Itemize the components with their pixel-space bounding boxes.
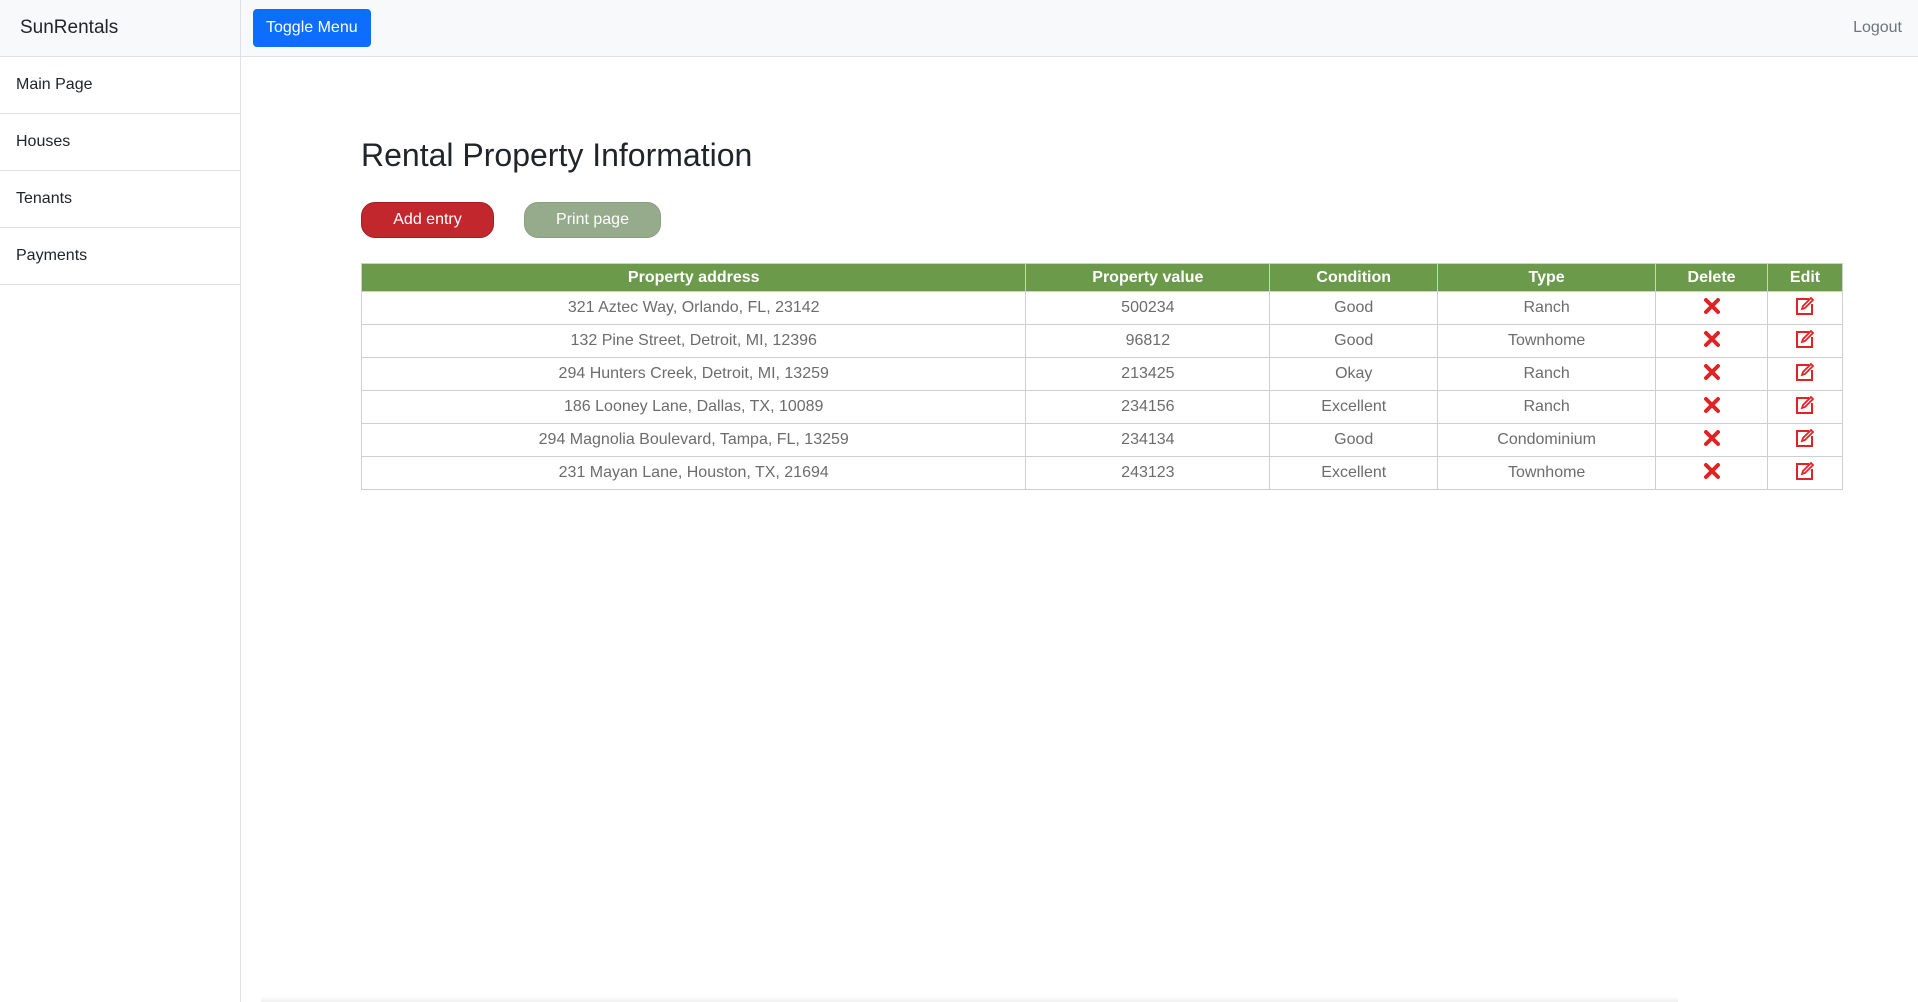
cell-edit: [1767, 423, 1843, 457]
edit-icon[interactable]: [1794, 461, 1816, 481]
cell-delete: [1655, 390, 1769, 424]
sidebar-item-houses[interactable]: Houses: [0, 114, 240, 171]
bottom-shadow: [261, 996, 1678, 1002]
toggle-menu-button[interactable]: Toggle Menu: [253, 9, 371, 47]
column-header-value: Property value: [1025, 263, 1271, 292]
cell-edit: [1767, 390, 1843, 424]
cell-condition: Okay: [1269, 357, 1439, 391]
cell-value: 234156: [1025, 390, 1271, 424]
table-header-row: Property address Property value Conditio…: [360, 263, 1843, 292]
delete-x-icon[interactable]: [1703, 297, 1721, 315]
print-page-button[interactable]: Print page: [524, 202, 661, 238]
cell-value: 500234: [1025, 291, 1271, 325]
table-row: 186 Looney Lane, Dallas, TX, 10089 23415…: [360, 390, 1843, 424]
cell-address: 231 Mayan Lane, Houston, TX, 21694: [360, 456, 1027, 490]
sidebar-item-label: Tenants: [16, 190, 73, 207]
column-header-edit: Edit: [1767, 263, 1843, 292]
cell-delete: [1655, 291, 1769, 325]
table-row: 294 Hunters Creek, Detroit, MI, 13259 21…: [360, 357, 1843, 391]
cell-edit: [1767, 291, 1843, 325]
cell-delete: [1655, 456, 1769, 490]
cell-condition: Good: [1269, 291, 1439, 325]
delete-x-icon[interactable]: [1703, 462, 1721, 480]
sidebar-item-tenants[interactable]: Tenants: [0, 171, 240, 228]
cell-address: 294 Magnolia Boulevard, Tampa, FL, 13259: [360, 423, 1027, 457]
property-table: Property address Property value Conditio…: [360, 263, 1843, 490]
cell-delete: [1655, 423, 1769, 457]
table-row: 294 Magnolia Boulevard, Tampa, FL, 13259…: [360, 423, 1843, 457]
sidebar-item-label: Main Page: [16, 76, 93, 93]
edit-icon[interactable]: [1794, 428, 1816, 448]
cell-value: 234134: [1025, 423, 1271, 457]
column-header-address: Property address: [360, 263, 1027, 292]
edit-icon[interactable]: [1794, 395, 1816, 415]
edit-icon[interactable]: [1794, 362, 1816, 382]
delete-x-icon[interactable]: [1703, 429, 1721, 447]
logout-link[interactable]: Logout: [1853, 19, 1902, 37]
cell-delete: [1655, 324, 1769, 358]
cell-condition: Excellent: [1269, 456, 1439, 490]
column-header-condition: Condition: [1269, 263, 1439, 292]
cell-edit: [1767, 456, 1843, 490]
cell-delete: [1655, 357, 1769, 391]
edit-icon[interactable]: [1794, 296, 1816, 316]
cell-address: 132 Pine Street, Detroit, MI, 12396: [360, 324, 1027, 358]
main-area: Toggle Menu Logout Rental Property Infor…: [241, 0, 1918, 1002]
page-title: Rental Property Information: [361, 137, 753, 173]
cell-value: 96812: [1025, 324, 1271, 358]
sidebar-item-main-page[interactable]: Main Page: [0, 57, 240, 114]
top-bar: Toggle Menu Logout: [241, 0, 1918, 57]
add-entry-button[interactable]: Add entry: [361, 202, 494, 238]
cell-type: Ranch: [1437, 357, 1657, 391]
cell-address: 294 Hunters Creek, Detroit, MI, 13259: [360, 357, 1027, 391]
table-row: 231 Mayan Lane, Houston, TX, 21694 24312…: [360, 456, 1843, 490]
page-content: Rental Property Information Add entry Pr…: [241, 57, 1918, 490]
cell-type: Ranch: [1437, 390, 1657, 424]
sidebar-item-label: Houses: [16, 133, 71, 150]
cell-condition: Good: [1269, 423, 1439, 457]
cell-condition: Excellent: [1269, 390, 1439, 424]
cell-edit: [1767, 324, 1843, 358]
cell-type: Condominium: [1437, 423, 1657, 457]
edit-icon[interactable]: [1794, 329, 1816, 349]
cell-value: 243123: [1025, 456, 1271, 490]
cell-value: 213425: [1025, 357, 1271, 391]
delete-x-icon[interactable]: [1703, 396, 1721, 414]
sidebar-item-label: Payments: [16, 247, 88, 264]
cell-address: 186 Looney Lane, Dallas, TX, 10089: [360, 390, 1027, 424]
delete-x-icon[interactable]: [1703, 330, 1721, 348]
delete-x-icon[interactable]: [1703, 363, 1721, 381]
app-root: SunRentals Main Page Houses Tenants Paym…: [0, 0, 1918, 1002]
column-header-type: Type: [1437, 263, 1657, 292]
table-row: 321 Aztec Way, Orlando, FL, 23142 500234…: [360, 291, 1843, 325]
column-header-delete: Delete: [1655, 263, 1769, 292]
cell-type: Ranch: [1437, 291, 1657, 325]
sidebar-item-payments[interactable]: Payments: [0, 228, 240, 285]
cell-address: 321 Aztec Way, Orlando, FL, 23142: [360, 291, 1027, 325]
cell-condition: Good: [1269, 324, 1439, 358]
action-bar: Add entry Print page: [361, 202, 1918, 238]
brand-title: SunRentals: [0, 0, 240, 57]
table-row: 132 Pine Street, Detroit, MI, 12396 9681…: [360, 324, 1843, 358]
cell-type: Townhome: [1437, 324, 1657, 358]
sidebar: SunRentals Main Page Houses Tenants Paym…: [0, 0, 241, 1002]
cell-type: Townhome: [1437, 456, 1657, 490]
cell-edit: [1767, 357, 1843, 391]
